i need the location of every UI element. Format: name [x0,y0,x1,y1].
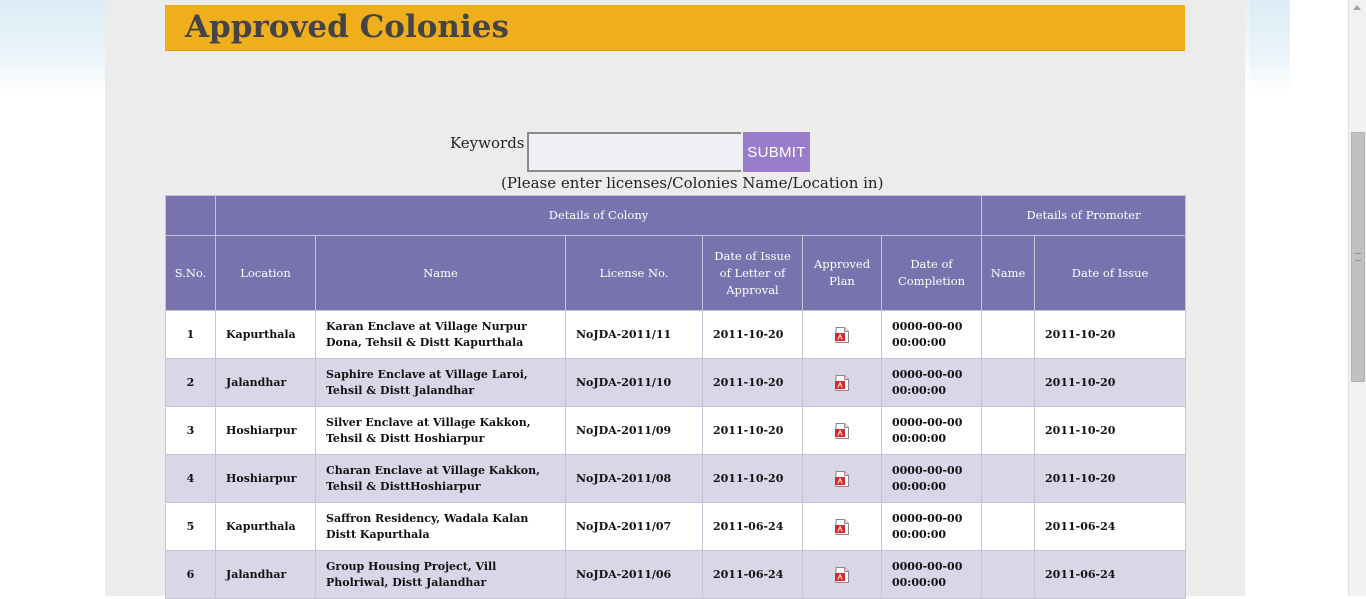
group-header-promoter: Details of Promoter [981,195,1187,236]
row-promoter-date: 2011-06-24 [1034,550,1187,599]
row-completion-date: 0000-00-00 00:00:00 [880,550,983,599]
keywords-input[interactable] [527,132,741,172]
header-blank [165,195,216,236]
search-hint: (Please enter licenses/Colonies Name/Loc… [501,174,884,192]
row-name: Karan Enclave at Village Nurpur Dona, Te… [315,310,566,359]
row-name: Group Housing Project, Vill Pholriwal, D… [315,550,566,599]
column-header-location: Location [215,235,316,311]
table-row: 4 Hoshiarpur Charan Enclave at Village Kak… [165,454,1187,503]
grip-icon [1355,253,1361,261]
row-location: Hoshiarpur [215,406,316,455]
column-header-promoter-name: Name [981,235,1036,311]
pdf-icon[interactable] [835,566,849,583]
row-license-no: NoJDA-2011/10 [565,358,703,407]
column-header-letter-date: Date of Issue of Letter of Approval [702,235,803,311]
row-location: Hoshiarpur [215,454,316,503]
row-location: Kapurthala [215,310,316,359]
column-header-sno: S.No. [165,235,216,311]
row-completion-date: 0000-00-00 00:00:00 [880,502,983,551]
row-letter-date: 2011-10-20 [702,310,803,359]
table-row: 6 Jalandhar Group Housing Project, Vill Ph… [165,550,1187,599]
row-license-no: NoJDA-2011/08 [565,454,703,503]
row-sno: 3 [165,406,216,455]
approved-plan-cell [802,454,882,503]
page-banner: Approved Colonies [165,5,1185,51]
row-sno: 6 [165,550,216,599]
row-promoter-name [981,454,1036,503]
row-sno: 5 [165,502,216,551]
pdf-icon[interactable] [835,422,849,439]
row-promoter-date: 2011-10-20 [1034,406,1187,455]
row-location: Jalandhar [215,358,316,407]
row-completion-date: 0000-00-00 00:00:00 [880,358,983,407]
row-promoter-date: 2011-10-20 [1034,358,1187,407]
row-name: Saphire Enclave at Village Laroi, Tehsil… [315,358,566,407]
scrollbar-thumb[interactable] [1351,132,1365,382]
table-row: 2 Jalandhar Saphire Enclave at Village Lar… [165,358,1187,407]
row-promoter-date: 2011-06-24 [1034,502,1187,551]
approved-plan-cell [802,406,882,455]
row-letter-date: 2011-10-20 [702,406,803,455]
table-row: 5 Kapurthala Saffron Residency, Wadala Kal… [165,502,1187,551]
column-header-approved-plan: Approved Plan [802,235,882,311]
row-letter-date: 2011-06-24 [702,502,803,551]
row-name: Silver Enclave at Village Kakkon, Tehsil… [315,406,566,455]
row-sno: 2 [165,358,216,407]
colonies-table: Details of Colony Details of Promoter S.… [165,195,1187,599]
page-scrollbar[interactable] [1348,0,1366,596]
keywords-label: Keywords : [450,134,535,152]
approved-plan-cell [802,358,882,407]
row-location: Jalandhar [215,550,316,599]
pdf-icon[interactable] [835,518,849,535]
row-letter-date: 2011-06-24 [702,550,803,599]
approved-plan-cell [802,550,882,599]
row-promoter-date: 2011-10-20 [1034,454,1187,503]
column-header-promoter-date: Date of Issue [1034,235,1187,311]
approved-plan-cell [802,502,882,551]
pdf-icon[interactable] [835,374,849,391]
row-completion-date: 0000-00-00 00:00:00 [880,310,983,359]
row-promoter-name [981,310,1036,359]
row-promoter-name [981,406,1036,455]
row-promoter-name [981,502,1036,551]
table-row: 3 Hoshiarpur Silver Enclave at Village Kak… [165,406,1187,455]
group-header-colony: Details of Colony [214,195,983,236]
row-letter-date: 2011-10-20 [702,454,803,503]
row-promoter-name [981,358,1036,407]
row-promoter-date: 2011-10-20 [1034,310,1187,359]
submit-button[interactable]: SUBMIT [743,132,810,172]
row-completion-date: 0000-00-00 00:00:00 [880,454,983,503]
row-license-no: NoJDA-2011/07 [565,502,703,551]
row-license-no: NoJDA-2011/09 [565,406,703,455]
row-name: Charan Enclave at Village Kakkon, Tehsil… [315,454,566,503]
pdf-icon[interactable] [835,470,849,487]
row-license-no: NoJDA-2011/06 [565,550,703,599]
column-header-completion: Date of Completion [880,235,983,311]
row-sno: 4 [165,454,216,503]
row-completion-date: 0000-00-00 00:00:00 [880,406,983,455]
scroll-up-arrow-icon[interactable] [1353,5,1361,10]
row-name: Saffron Residency, Wadala Kalan Distt Ka… [315,502,566,551]
row-license-no: NoJDA-2011/11 [565,310,703,359]
row-sno: 1 [165,310,216,359]
row-letter-date: 2011-10-20 [702,358,803,407]
row-promoter-name [981,550,1036,599]
row-location: Kapurthala [215,502,316,551]
page-title: Approved Colonies [185,9,509,45]
approved-plan-cell [802,310,882,359]
column-header-name: Name [315,235,566,311]
table-row: 1 Kapurthala Karan Enclave at Village Nurp… [165,310,1187,359]
content-area: Approved Colonies Keywords : SUBMIT (Ple… [105,0,1245,599]
pdf-icon[interactable] [835,326,849,343]
column-header-license: License No. [565,235,703,311]
